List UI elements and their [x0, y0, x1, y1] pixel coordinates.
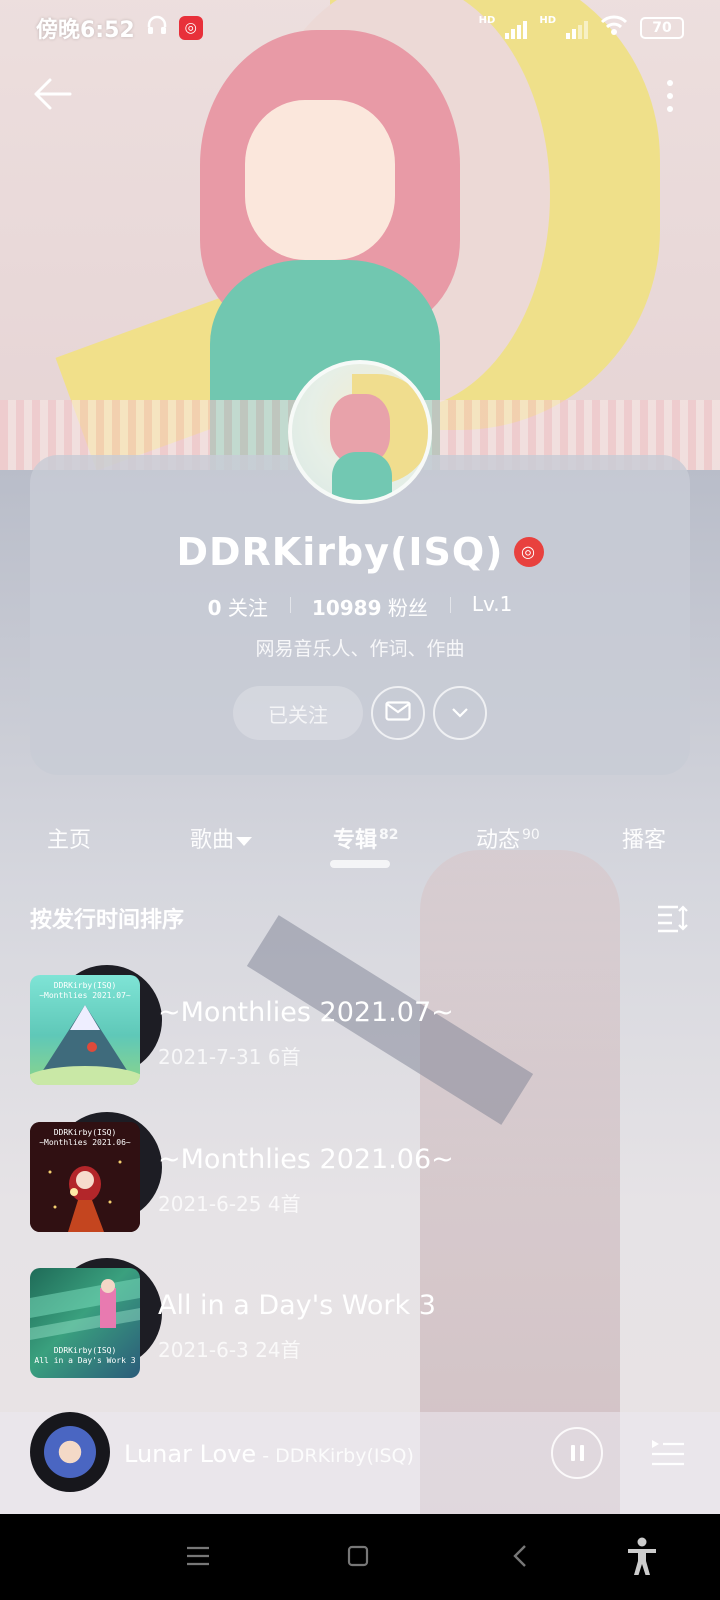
- signal-icon: [566, 17, 588, 39]
- tab-home[interactable]: 主页: [47, 822, 91, 854]
- wifi-icon: [600, 14, 628, 42]
- album-item[interactable]: DDRKirby(ISQ) ~Monthlies 2021.07~ ~Month…: [30, 965, 690, 1087]
- playlist-button[interactable]: [650, 1434, 686, 1470]
- album-cover: DDRKirby(ISQ) ~Monthlies 2021.06~: [30, 1122, 140, 1232]
- signal-icon: [505, 17, 528, 39]
- now-playing-song: Lunar Love: [124, 1440, 257, 1468]
- message-button[interactable]: [371, 686, 425, 740]
- mail-icon: [385, 701, 411, 725]
- profile-actions: 已关注: [233, 686, 487, 740]
- tab-home-label: 主页: [47, 828, 92, 853]
- tab-indicator: [330, 860, 390, 868]
- tab-albums[interactable]: 专辑 82: [333, 822, 399, 854]
- tab-albums-count: 82: [379, 826, 399, 843]
- tab-moments-label: 动态: [476, 828, 521, 853]
- status-time: 傍晚6:52: [36, 18, 135, 43]
- chevron-down-icon: [451, 704, 469, 723]
- artist-name: DDRKirby(ISQ) ◎: [0, 530, 720, 574]
- now-playing-artist: DDRKirby(ISQ): [275, 1445, 414, 1467]
- album-date: 2021-6-25: [158, 1192, 262, 1216]
- more-vertical-icon: [667, 80, 673, 86]
- now-playing-cover[interactable]: [30, 1412, 110, 1492]
- tab-albums-label: 专辑: [333, 828, 378, 853]
- album-cover-text: DDRKirby(ISQ) ~Monthlies 2021.07~: [39, 981, 131, 1000]
- tab-songs-label: 歌曲: [190, 828, 235, 853]
- level-label: Lv.1: [471, 592, 513, 616]
- level-stat[interactable]: Lv.1: [449, 592, 535, 621]
- now-playing-separator: -: [256, 1445, 276, 1467]
- followers-stat[interactable]: 10989 粉丝: [289, 592, 450, 621]
- headphones-icon: [145, 13, 169, 43]
- artist-tabs: 主页 歌曲 专辑 82 动态 90 播客: [0, 808, 720, 868]
- caret-down-icon: [236, 836, 253, 846]
- album-item[interactable]: DDRKirby(ISQ) All in a Day's Work 3 All …: [30, 1258, 690, 1380]
- following-label: 关注: [227, 596, 268, 620]
- album-cover: DDRKirby(ISQ) ~Monthlies 2021.07~: [30, 975, 140, 1085]
- now-playing-title[interactable]: Lunar Love - DDRKirby(ISQ): [124, 1440, 414, 1468]
- album-item[interactable]: DDRKirby(ISQ) ~Monthlies 2021.06~ ~Month…: [30, 1112, 690, 1234]
- album-cover-text: DDRKirby(ISQ) ~Monthlies 2021.06~: [39, 1128, 131, 1147]
- tab-moments-count: 90: [522, 826, 540, 843]
- top-nav: [0, 68, 720, 124]
- pause-icon: [570, 1445, 575, 1461]
- playlist-icon: [650, 1440, 686, 1474]
- album-cover: DDRKirby(ISQ) All in a Day's Work 3: [30, 1268, 140, 1378]
- home-button[interactable]: [338, 1538, 378, 1578]
- tab-podcasts-label: 播客: [622, 828, 667, 853]
- album-title: ~Monthlies 2021.07~: [158, 997, 454, 1028]
- netease-music-icon: ◎: [178, 16, 203, 40]
- sort-label[interactable]: 按发行时间排序: [30, 902, 184, 934]
- pause-button[interactable]: [551, 1427, 603, 1479]
- tab-podcasts[interactable]: 播客: [622, 822, 666, 854]
- sort-row: 按发行时间排序: [30, 900, 690, 936]
- avatar[interactable]: [288, 360, 432, 504]
- netease-verified-icon: ◎: [513, 536, 544, 567]
- following-stat[interactable]: 0 关注: [186, 592, 290, 621]
- tab-songs[interactable]: 歌曲: [190, 822, 253, 854]
- followers-count: 10989: [311, 596, 382, 620]
- back-nav-button[interactable]: [500, 1538, 540, 1578]
- following-count: 0: [207, 596, 222, 620]
- profile-stats: 0 关注 10989 粉丝 Lv.1: [0, 592, 720, 621]
- accessibility-button[interactable]: [622, 1537, 662, 1579]
- album-cover-text: DDRKirby(ISQ) All in a Day's Work 3: [34, 1346, 136, 1365]
- album-date: 2021-6-3: [158, 1338, 249, 1362]
- arrow-left-icon: [32, 77, 72, 115]
- album-meta: 2021-6-3 24首: [158, 1334, 301, 1363]
- tab-moments[interactable]: 动态 90: [476, 822, 540, 854]
- sort-icon[interactable]: [656, 903, 690, 933]
- album-title: All in a Day's Work 3: [158, 1290, 436, 1321]
- album-track-count: 6首: [267, 1045, 301, 1069]
- followed-button[interactable]: 已关注: [233, 686, 363, 740]
- followers-label: 粉丝: [387, 596, 428, 620]
- album-track-count: 24首: [255, 1338, 301, 1362]
- accessibility-icon: [625, 1537, 659, 1579]
- expand-button[interactable]: [433, 686, 487, 740]
- mini-player[interactable]: Lunar Love - DDRKirby(ISQ): [0, 1412, 720, 1514]
- more-button[interactable]: [660, 74, 680, 118]
- artist-name-text: DDRKirby(ISQ): [176, 530, 504, 574]
- album-date: 2021-7-31: [158, 1045, 262, 1069]
- back-button[interactable]: [30, 74, 74, 118]
- menu-icon: [185, 1545, 211, 1571]
- status-bar: 傍晚6:52 ◎ HD HD 70: [0, 0, 720, 56]
- battery-icon: 70: [640, 17, 684, 39]
- album-track-count: 4首: [267, 1192, 301, 1216]
- signal-hd-label-2: HD: [539, 14, 556, 26]
- chevron-left-icon: [512, 1543, 528, 1573]
- signal-hd-label-1: HD: [478, 14, 496, 26]
- album-title: ~Monthlies 2021.06~: [158, 1144, 454, 1175]
- system-nav-bar: [0, 1514, 720, 1600]
- menu-button[interactable]: [178, 1538, 218, 1578]
- square-icon: [346, 1544, 370, 1572]
- artist-bio: 网易音乐人、作词、作曲: [255, 638, 465, 660]
- album-meta: 2021-7-31 6首: [158, 1041, 301, 1070]
- album-meta: 2021-6-25 4首: [158, 1188, 301, 1217]
